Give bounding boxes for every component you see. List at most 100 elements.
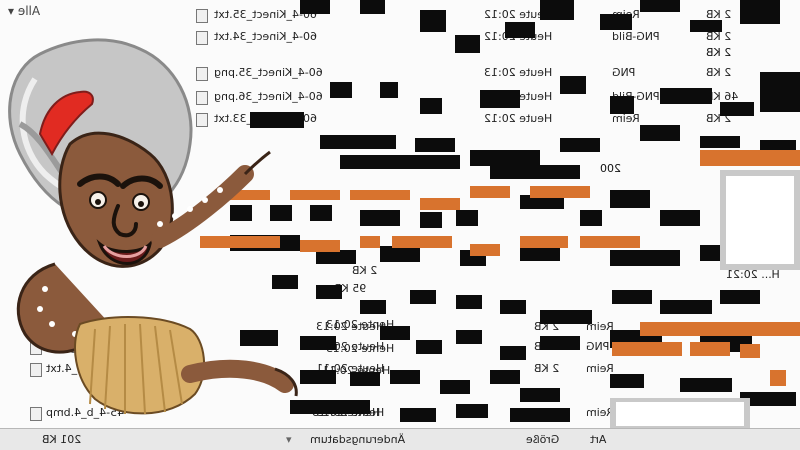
list-header: 201 KB ▾ Änderungsdatum Größe Art bbox=[0, 428, 800, 450]
glitch-block bbox=[380, 82, 398, 98]
glitch-block bbox=[510, 408, 570, 422]
cartoon-character-illustration bbox=[0, 24, 300, 428]
glitch-block bbox=[360, 210, 400, 226]
file-date: Heute 20:13 bbox=[484, 66, 553, 79]
glitch-block bbox=[660, 210, 700, 226]
glitch-block bbox=[340, 155, 460, 169]
right-hand-outline bbox=[243, 150, 271, 176]
glitch-block bbox=[290, 400, 370, 414]
glitch-block bbox=[420, 98, 442, 114]
glitch-block bbox=[380, 326, 410, 340]
glitch-block bbox=[490, 165, 580, 179]
file-icon bbox=[196, 9, 208, 23]
glitch-orange-block bbox=[420, 198, 460, 210]
glitch-block bbox=[456, 210, 478, 226]
glitch-block bbox=[610, 96, 634, 114]
paint-dot bbox=[187, 206, 193, 212]
file-date: Heute 20:12 bbox=[484, 112, 553, 125]
glitch-block bbox=[415, 138, 455, 152]
glitch-block bbox=[700, 136, 740, 148]
paint-dot bbox=[42, 286, 48, 292]
glitch-orange-block bbox=[770, 370, 786, 386]
left-size-readout: 201 KB bbox=[42, 433, 82, 446]
paint-dot bbox=[172, 213, 178, 219]
glitch-block bbox=[300, 370, 336, 384]
glitch-block bbox=[500, 300, 526, 314]
glitch-block bbox=[410, 290, 436, 304]
glitch-block bbox=[470, 150, 540, 166]
glitch-block bbox=[520, 388, 560, 402]
glitch-block bbox=[500, 346, 526, 360]
glitch-block bbox=[540, 0, 574, 20]
glitch-orange-block bbox=[392, 236, 452, 248]
file-size: 2 KB bbox=[534, 362, 560, 375]
paint-dot bbox=[157, 221, 163, 227]
paint-dot bbox=[49, 321, 55, 327]
glitch-block bbox=[660, 300, 712, 314]
glitch-orange-block bbox=[300, 240, 340, 252]
glitch-block bbox=[505, 22, 535, 38]
glitch-block bbox=[760, 72, 800, 112]
glitch-block bbox=[380, 246, 420, 262]
left-pupil bbox=[95, 199, 101, 205]
mid-label: 95 KB bbox=[334, 282, 367, 295]
orange-label: 200 bbox=[600, 162, 621, 175]
glitch-block bbox=[720, 290, 760, 304]
glitch-block bbox=[300, 336, 336, 350]
glitch-block bbox=[640, 0, 680, 12]
glitch-orange-block bbox=[612, 342, 682, 356]
glitch-block bbox=[300, 0, 330, 14]
glitch-block bbox=[740, 0, 780, 24]
file-kind: PNG bbox=[612, 66, 636, 79]
file-date: Heute 20:12 bbox=[484, 30, 553, 43]
glitch-block bbox=[456, 295, 482, 309]
paint-dot bbox=[202, 197, 208, 203]
glitch-block bbox=[540, 336, 580, 350]
sort-chevron-icon[interactable]: ▾ bbox=[286, 429, 306, 450]
glitch-orange-block bbox=[740, 344, 760, 358]
glitch-orange-block bbox=[700, 150, 800, 166]
glitch-orange-block bbox=[530, 186, 590, 198]
glitch-block bbox=[610, 374, 644, 388]
glitch-block bbox=[690, 20, 722, 32]
glitch-orange-block bbox=[690, 342, 730, 356]
glitch-block bbox=[400, 408, 436, 422]
glitch-block bbox=[580, 210, 602, 226]
column-header-changed[interactable]: Änderungsdatum bbox=[310, 429, 470, 450]
glitch-block bbox=[316, 250, 356, 264]
column-header-size[interactable]: Größe bbox=[526, 429, 586, 450]
glitch-white-block bbox=[726, 176, 794, 264]
glitch-block bbox=[316, 285, 342, 299]
glitch-block bbox=[420, 10, 446, 32]
glitch-block bbox=[600, 14, 632, 30]
glitch-block bbox=[416, 340, 442, 354]
column-header-kind[interactable]: Art bbox=[590, 429, 630, 450]
glitch-block bbox=[456, 330, 482, 344]
glitch-block bbox=[330, 82, 352, 98]
file-row[interactable]: 60-4_Kinect_35.txtHeute 20:122 KBReim bbox=[0, 6, 800, 24]
glitch-block bbox=[420, 212, 442, 228]
glitch-block bbox=[440, 380, 470, 394]
glitch-orange-block bbox=[640, 322, 800, 336]
file-size: 2 KB bbox=[706, 66, 732, 79]
glitch-block bbox=[490, 370, 520, 384]
glitch-orange-block bbox=[350, 190, 410, 200]
glitch-orange-block bbox=[360, 236, 380, 248]
file-name: 60-4_Kinect_35.txt bbox=[214, 8, 317, 21]
glitch-block bbox=[612, 290, 652, 304]
glitch-block bbox=[720, 102, 754, 116]
glitch-block bbox=[660, 88, 712, 104]
glitch-block bbox=[560, 76, 586, 94]
glitch-block bbox=[560, 138, 600, 152]
glitch-file-browser-screen: Alle ▾ 60-4_Kinect_35.txt Heute 20:12 2 KB… bbox=[0, 0, 800, 450]
glitch-block bbox=[350, 372, 380, 386]
glitch-white-block bbox=[616, 402, 744, 426]
glitch-orange-block bbox=[470, 186, 510, 198]
paint-dot bbox=[37, 306, 43, 312]
mid-label: Hente 20:13 bbox=[326, 342, 395, 355]
glitch-block bbox=[540, 310, 592, 324]
glitch-orange-block bbox=[470, 244, 500, 256]
right-leg bbox=[181, 359, 294, 393]
glitch-block bbox=[480, 90, 520, 108]
glitch-block bbox=[610, 250, 680, 266]
